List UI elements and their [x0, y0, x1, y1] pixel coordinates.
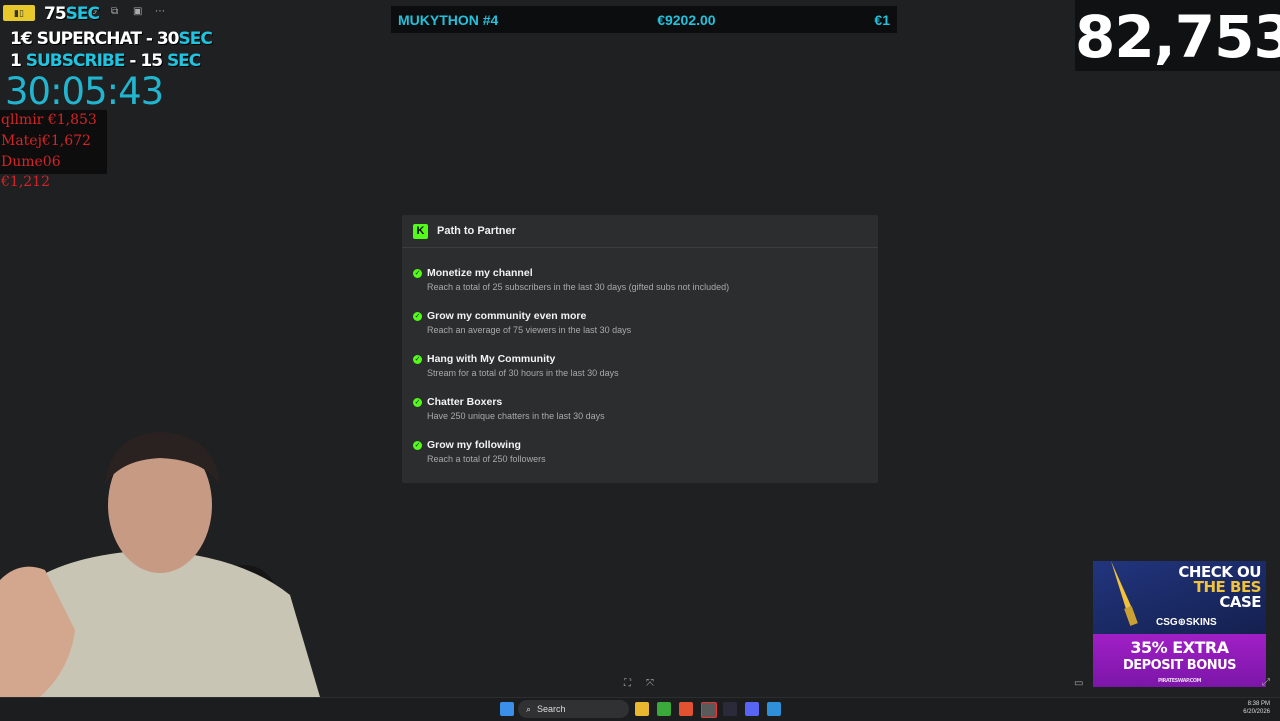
panel-title: Path to Partner — [437, 225, 516, 237]
marathon-title: MUKYTHON #4 — [398, 11, 499, 28]
goal-description: Have 250 unique chatters in the last 30 … — [427, 411, 605, 421]
app-icon[interactable] — [767, 702, 781, 716]
overlay-badge-icon[interactable]: ▮▯ — [3, 5, 35, 21]
pip-icon[interactable]: ▭ — [1074, 678, 1083, 689]
ad-brand: CSG⊕SKINS — [1156, 617, 1217, 628]
overlay-superchat-rule: 1€ SUPERCHAT - 30SEC — [10, 29, 213, 49]
brave-browser-icon[interactable] — [679, 702, 693, 716]
screenshot-icon[interactable]: ⧉ — [111, 6, 118, 17]
search-label: Search — [537, 704, 566, 714]
exit-fullscreen-icon[interactable]: ⤧ — [646, 678, 654, 689]
panel-header: K Path to Partner — [402, 215, 878, 248]
check-circle-icon: ✓ — [413, 355, 422, 364]
check-circle-icon: ✓ — [413, 269, 422, 278]
file-explorer-icon[interactable] — [635, 702, 649, 716]
webcam-image — [0, 430, 335, 697]
ad-footer: PIRATESWAP.COM — [1158, 678, 1202, 684]
check-circle-icon: ✓ — [413, 398, 422, 407]
overlay-toolbar: ▮▯ — [3, 4, 35, 22]
expand-icon[interactable]: ⤢ — [1262, 677, 1270, 688]
more-icon[interactable]: ⋯ — [155, 6, 165, 17]
webcam-feed — [0, 430, 335, 697]
donor-entry: qllmir €1,853 — [1, 112, 97, 128]
ad-promo-line: 35% EXTRA — [1130, 638, 1229, 657]
last-donation: €1 — [874, 11, 890, 28]
ad-promo: 35% EXTRA DEPOSIT BONUS PIRATESWAP.COM — [1093, 634, 1266, 687]
goal-description: Reach a total of 250 followers — [427, 454, 546, 464]
subathon-timer: 30:05:43 — [5, 70, 164, 113]
top-donors-list: qllmir €1,853 Matej€1,672 Dume06 €1,212 — [0, 110, 107, 190]
start-icon[interactable] — [500, 702, 514, 716]
discord-icon[interactable] — [745, 702, 759, 716]
taskbar-search[interactable]: ⌕ Search — [518, 700, 629, 718]
ad-top-section: CHECK OU THE BES CASE CSG⊕SKINS — [1093, 561, 1266, 634]
path-to-partner-panel: K Path to Partner ✓ Monetize my channel … — [402, 215, 878, 483]
goal-title: Chatter Boxers — [427, 396, 503, 408]
knife-icon — [1111, 561, 1138, 626]
system-clock[interactable]: 8:38 PM 6/20/2026 — [1243, 700, 1270, 716]
minecraft-icon[interactable] — [657, 702, 671, 716]
goal-title: Monetize my channel — [427, 267, 533, 279]
goal-title: Grow my following — [427, 439, 521, 451]
viewer-counter: 82,753 — [1075, 0, 1280, 71]
sponsor-ad[interactable]: CHECK OU THE BES CASE CSG⊕SKINS 35% EXTR… — [1093, 561, 1266, 687]
check-circle-icon: ✓ — [413, 312, 422, 321]
ad-promo-line: DEPOSIT BONUS — [1122, 658, 1237, 673]
fullscreen-icon[interactable]: ⛶ — [624, 678, 631, 689]
goal-title: Hang with My Community — [427, 353, 556, 365]
donation-total: €9202.00 — [657, 11, 716, 28]
goal-description: Stream for a total of 30 hours in the la… — [427, 368, 619, 378]
ad-headline: CHECK OU THE BES CASE — [1178, 563, 1261, 611]
goal-description: Reach a total of 25 subscribers in the l… — [427, 282, 730, 292]
donation-goal-bar: MUKYTHON #4 €9202.00 €1 — [391, 6, 897, 33]
overlay-subscribe-rule: 1 SUBSCRIBE - 15 SEC — [10, 51, 201, 71]
taskbar: ⌕ Search 8:38 PM 6/20/2026 — [0, 697, 1280, 721]
goal-description: Reach an average of 75 viewers in the la… — [427, 325, 632, 335]
check-circle-icon: ✓ — [413, 441, 422, 450]
overlay-timer-increment: 75SEC — [44, 4, 100, 24]
donor-entry: Dume06 €1,212 — [1, 154, 61, 190]
donor-entry: Matej€1,672 — [1, 133, 91, 149]
obs-icon[interactable] — [701, 702, 717, 718]
goal-title: Grow my community even more — [427, 310, 587, 322]
search-icon: ⌕ — [526, 703, 532, 714]
window-icon[interactable]: ▣ — [133, 6, 142, 17]
app-icon[interactable] — [723, 702, 737, 716]
kick-logo-icon: K — [413, 223, 428, 239]
